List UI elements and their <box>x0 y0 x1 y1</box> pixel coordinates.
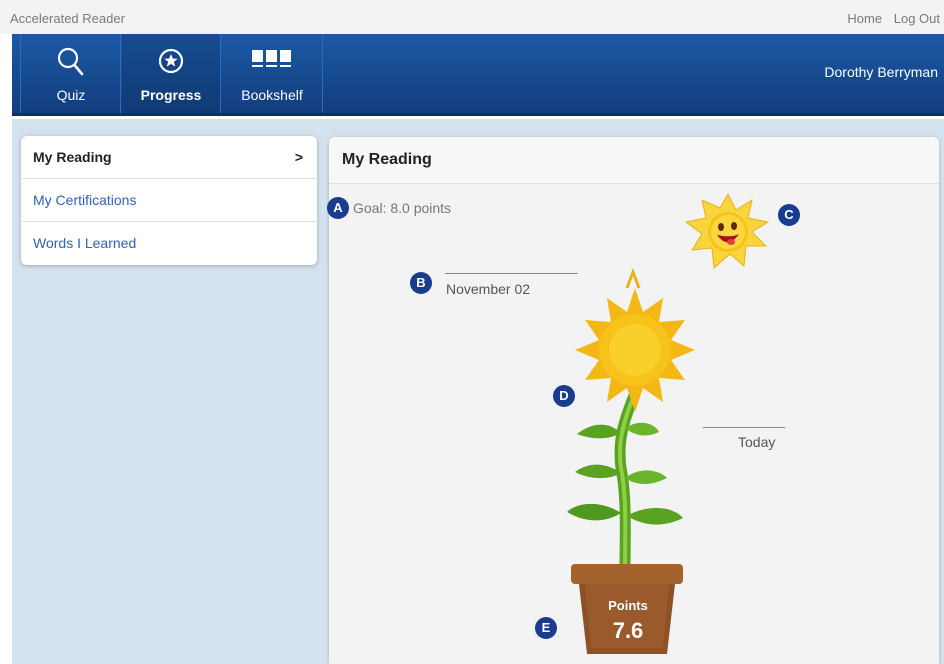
callout-marker-c: C <box>778 204 800 226</box>
star-circle-icon <box>156 46 186 81</box>
magnifier-icon <box>56 46 86 83</box>
sidebar-item-label: Words I Learned <box>33 235 137 251</box>
nav-progress-label: Progress <box>140 87 202 103</box>
nav-divider <box>20 34 21 113</box>
pot-label: Points <box>608 598 648 613</box>
top-bar: Accelerated Reader Home Log Out <box>0 0 944 34</box>
sidebar-item-words-learned[interactable]: Words I Learned <box>21 222 317 265</box>
nav-bookshelf[interactable]: Bookshelf <box>222 34 322 113</box>
callout-marker-d: D <box>553 385 575 407</box>
nav-progress[interactable]: Progress <box>122 34 220 113</box>
books-icon <box>250 46 294 79</box>
callout-marker-b: B <box>410 272 432 294</box>
sidebar-item-my-reading[interactable]: My Reading > <box>21 136 317 179</box>
nav-quiz[interactable]: Quiz <box>22 34 120 113</box>
start-date: November 02 <box>446 281 531 297</box>
user-name[interactable]: Dorothy Berryman <box>824 64 938 80</box>
panel-title: My Reading <box>342 151 432 168</box>
nav-quiz-label: Quiz <box>56 87 86 103</box>
sun-icon <box>686 194 770 270</box>
sidebar-item-label: My Certifications <box>33 192 137 208</box>
points-value: 7.6 <box>612 618 644 643</box>
sidebar-item-my-certifications[interactable]: My Certifications <box>21 179 317 222</box>
home-link[interactable]: Home <box>847 11 882 26</box>
chevron-right-icon: > <box>294 149 303 165</box>
nav-divider <box>322 34 323 113</box>
callout-marker-a: A <box>327 197 349 219</box>
app-title: Accelerated Reader <box>10 11 125 26</box>
today-line <box>703 427 785 428</box>
goal-text: Goal: 8.0 points <box>353 200 452 216</box>
sidebar: My Reading > My Certifications Words I L… <box>21 136 317 265</box>
sidebar-item-label: My Reading <box>33 149 112 165</box>
nav-bookshelf-label: Bookshelf <box>241 87 303 103</box>
main-nav: Quiz Progress Bookshelf Dorothy Berryman <box>12 34 944 116</box>
panel-header: My Reading <box>329 137 939 184</box>
today-label: Today <box>738 434 776 450</box>
callout-marker-e: E <box>535 617 557 639</box>
nav-divider <box>120 34 121 113</box>
nav-divider <box>220 34 221 113</box>
top-links: Home Log Out <box>839 11 940 26</box>
logout-link[interactable]: Log Out <box>894 11 940 26</box>
